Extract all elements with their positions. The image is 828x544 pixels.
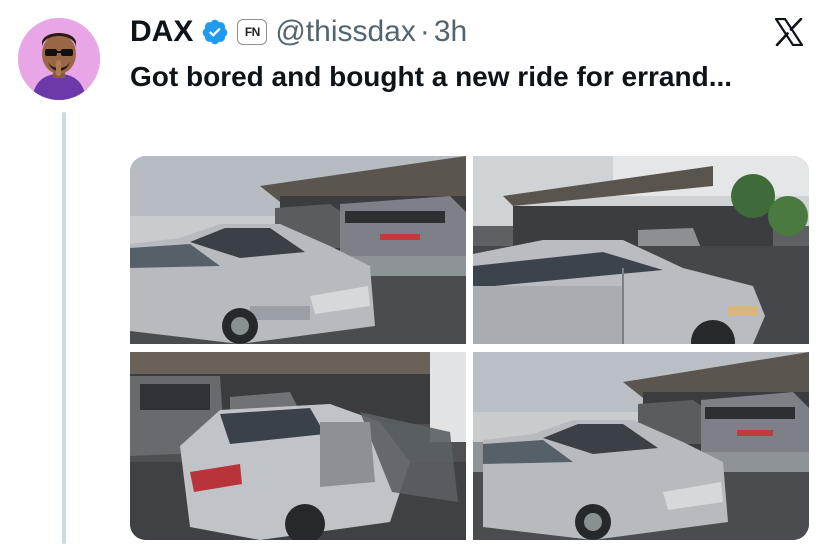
- tweet-text: Got bored and bought a new ride for erra…: [130, 61, 733, 92]
- silver-sedan-front-photo: [473, 352, 809, 540]
- avatar-image: [18, 18, 100, 100]
- tweet-header: DAX FN @thissdax · 3h: [130, 14, 467, 50]
- timestamp[interactable]: 3h: [434, 14, 467, 50]
- silver-sedan-rear-open-door-photo: [130, 352, 466, 540]
- x-logo-icon: [774, 18, 804, 46]
- display-name[interactable]: DAX: [130, 14, 193, 50]
- silver-sedan-side-photo: [473, 156, 809, 344]
- media-photo-3[interactable]: [130, 352, 466, 540]
- user-handle[interactable]: @thissdax: [275, 14, 416, 50]
- media-photo-2[interactable]: [473, 156, 809, 344]
- media-photo-1[interactable]: [130, 156, 466, 344]
- media-grid: [130, 156, 809, 540]
- verified-badge-icon: [203, 19, 228, 45]
- separator-dot: ·: [419, 15, 430, 48]
- avatar[interactable]: [18, 18, 100, 100]
- silver-sedan-front-photo: [130, 156, 466, 344]
- media-photo-4[interactable]: [473, 352, 809, 540]
- thread-line: [62, 112, 66, 544]
- affiliate-badge[interactable]: FN: [237, 19, 268, 45]
